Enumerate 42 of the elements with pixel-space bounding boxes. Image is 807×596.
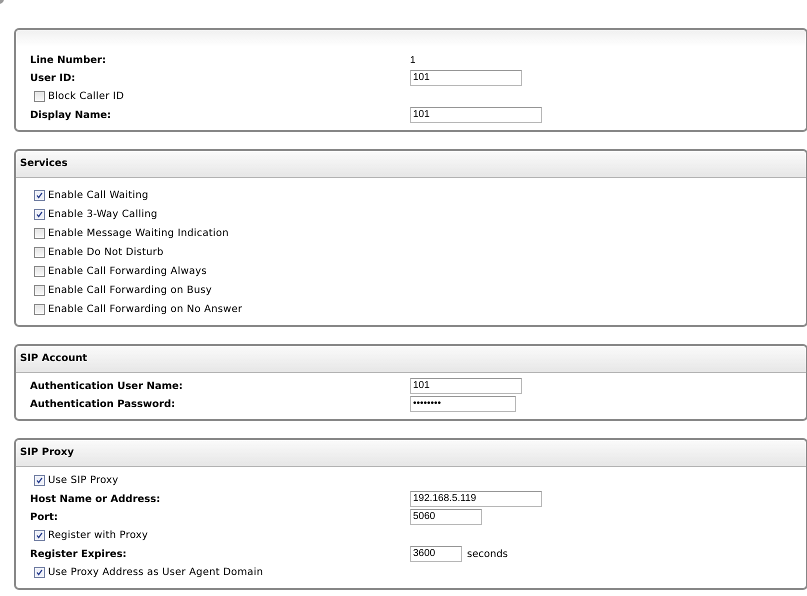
field-label: Register Expires: bbox=[30, 548, 128, 560]
checkbox-label: Use SIP Proxy bbox=[48, 475, 118, 486]
section-title: Services bbox=[16, 151, 806, 178]
input-field[interactable]: •••••••• bbox=[410, 396, 516, 412]
checkbox[interactable] bbox=[34, 91, 45, 102]
checkbox[interactable] bbox=[34, 304, 45, 315]
input-field[interactable]: 192.168.5.119 bbox=[410, 491, 542, 507]
checkbox-label: Block Caller ID bbox=[48, 91, 124, 102]
field-label: Line Number: bbox=[30, 54, 107, 66]
input-field[interactable]: 101 bbox=[410, 107, 542, 123]
checkbox-label: Enable Message Waiting Indication bbox=[48, 228, 229, 239]
checkbox-label: Enable Call Forwarding on No Answer bbox=[48, 304, 242, 315]
field-value: 1 bbox=[410, 54, 416, 66]
field-label: User ID: bbox=[30, 72, 76, 84]
checkbox-label: Register with Proxy bbox=[48, 530, 148, 541]
unit-label: seconds bbox=[467, 548, 508, 560]
section-title: SIP Proxy bbox=[16, 440, 806, 467]
field-label: Authentication Password: bbox=[30, 398, 176, 410]
field-label: Port: bbox=[30, 512, 59, 522]
checkbox-label: Enable Call Waiting bbox=[48, 190, 148, 201]
checkbox[interactable] bbox=[34, 567, 45, 578]
input-field[interactable]: 101 bbox=[410, 378, 522, 394]
field-label: Host Name or Address: bbox=[30, 494, 162, 504]
checkbox[interactable] bbox=[34, 190, 45, 201]
field-label: Display Name: bbox=[30, 110, 112, 120]
checkbox[interactable] bbox=[34, 530, 45, 541]
checkbox[interactable] bbox=[34, 228, 45, 239]
checkbox[interactable] bbox=[34, 266, 45, 277]
input-field[interactable]: 101 bbox=[410, 70, 522, 86]
checkbox-label: Use Proxy Address as User Agent Domain bbox=[48, 567, 264, 578]
checkbox-label: Enable Do Not Disturb bbox=[48, 247, 164, 258]
checkbox-label: Enable Call Forwarding Always bbox=[48, 266, 207, 277]
field-label: Authentication User Name: bbox=[30, 380, 184, 392]
checkbox[interactable] bbox=[34, 475, 45, 486]
checkbox[interactable] bbox=[34, 209, 45, 220]
checkbox[interactable] bbox=[34, 285, 45, 296]
checkbox-label: Enable Call Forwarding on Busy bbox=[48, 285, 212, 296]
checkbox-label: Enable 3-Way Calling bbox=[48, 209, 158, 220]
input-field[interactable]: 5060 bbox=[410, 509, 482, 525]
input-field[interactable]: 3600 bbox=[410, 546, 462, 562]
section-title: SIP Account bbox=[16, 346, 806, 373]
checkbox[interactable] bbox=[34, 247, 45, 258]
